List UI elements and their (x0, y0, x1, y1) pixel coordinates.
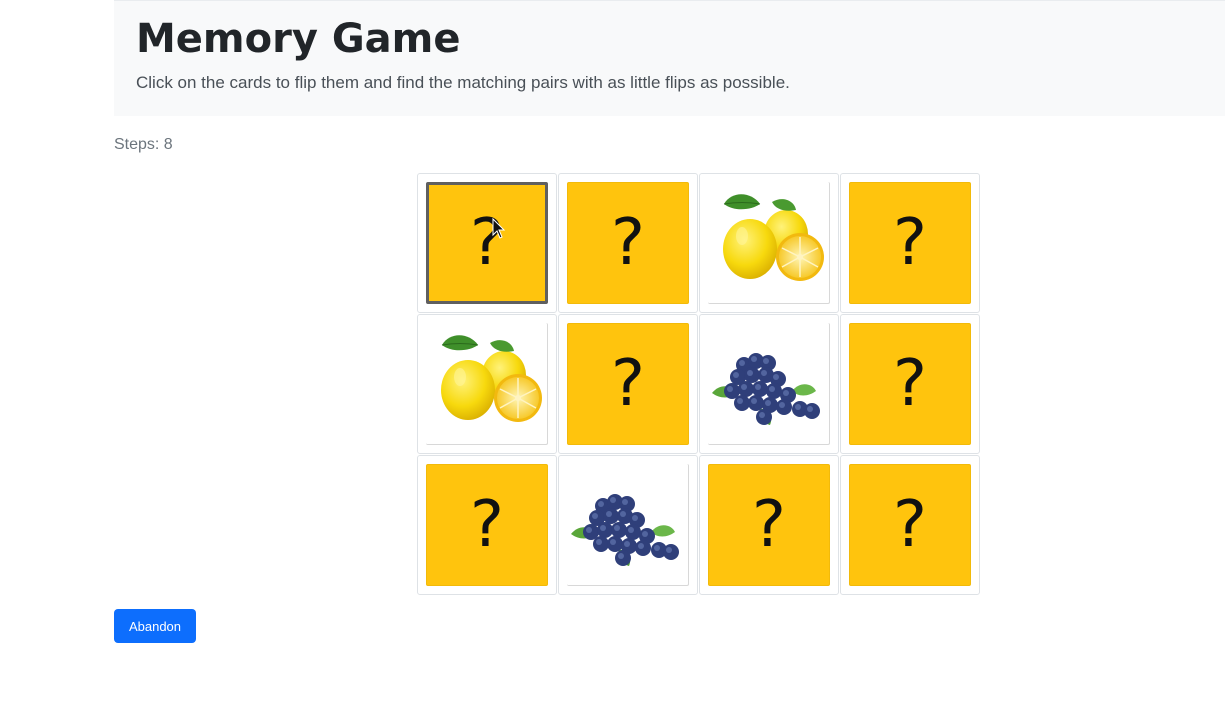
memory-card[interactable] (417, 314, 557, 454)
memory-card[interactable] (699, 314, 839, 454)
question-mark-icon: ? (893, 347, 927, 421)
question-mark-icon: ? (893, 206, 927, 280)
lemon-image (723, 194, 824, 281)
memory-card[interactable]: ? (558, 173, 698, 313)
card-back: ? (849, 182, 971, 304)
card-front-blueberries (567, 464, 689, 586)
memory-card[interactable]: ? (840, 455, 980, 595)
card-grid: ?? ? ? ? ? ? ? (417, 173, 980, 595)
question-mark-icon: ? (470, 488, 504, 562)
blueberries-image (571, 494, 679, 566)
abandon-button[interactable]: Abandon (114, 609, 196, 643)
card-front-blueberries (708, 323, 830, 445)
memory-card[interactable] (558, 455, 698, 595)
card-back: ? (426, 464, 548, 586)
instructions-text: Click on the cards to flip them and find… (136, 73, 790, 92)
card-front-lemon (708, 182, 830, 304)
card-back: ? (708, 464, 830, 586)
question-mark-icon: ? (611, 206, 645, 280)
card-front-lemon (426, 323, 548, 445)
memory-card[interactable]: ? (417, 455, 557, 595)
question-mark-icon: ? (752, 488, 786, 562)
card-back: ? (426, 182, 548, 304)
lemon-image (441, 335, 542, 422)
memory-card[interactable]: ? (558, 314, 698, 454)
question-mark-icon: ? (893, 488, 927, 562)
memory-card[interactable] (699, 173, 839, 313)
memory-card[interactable]: ? (840, 314, 980, 454)
blueberries-image (712, 353, 820, 425)
question-mark-icon: ? (611, 347, 645, 421)
memory-card[interactable]: ? (840, 173, 980, 313)
question-mark-icon: ? (470, 206, 504, 280)
memory-card[interactable]: ? (699, 455, 839, 595)
header-banner: Memory Game Click on the cards to flip t… (114, 0, 1225, 116)
card-back: ? (567, 323, 689, 445)
card-back: ? (849, 323, 971, 445)
page-title: Memory Game (136, 16, 461, 62)
card-back: ? (567, 182, 689, 304)
card-back: ? (849, 464, 971, 586)
memory-card[interactable]: ? (417, 173, 557, 313)
steps-counter: Steps: 8 (114, 136, 173, 153)
